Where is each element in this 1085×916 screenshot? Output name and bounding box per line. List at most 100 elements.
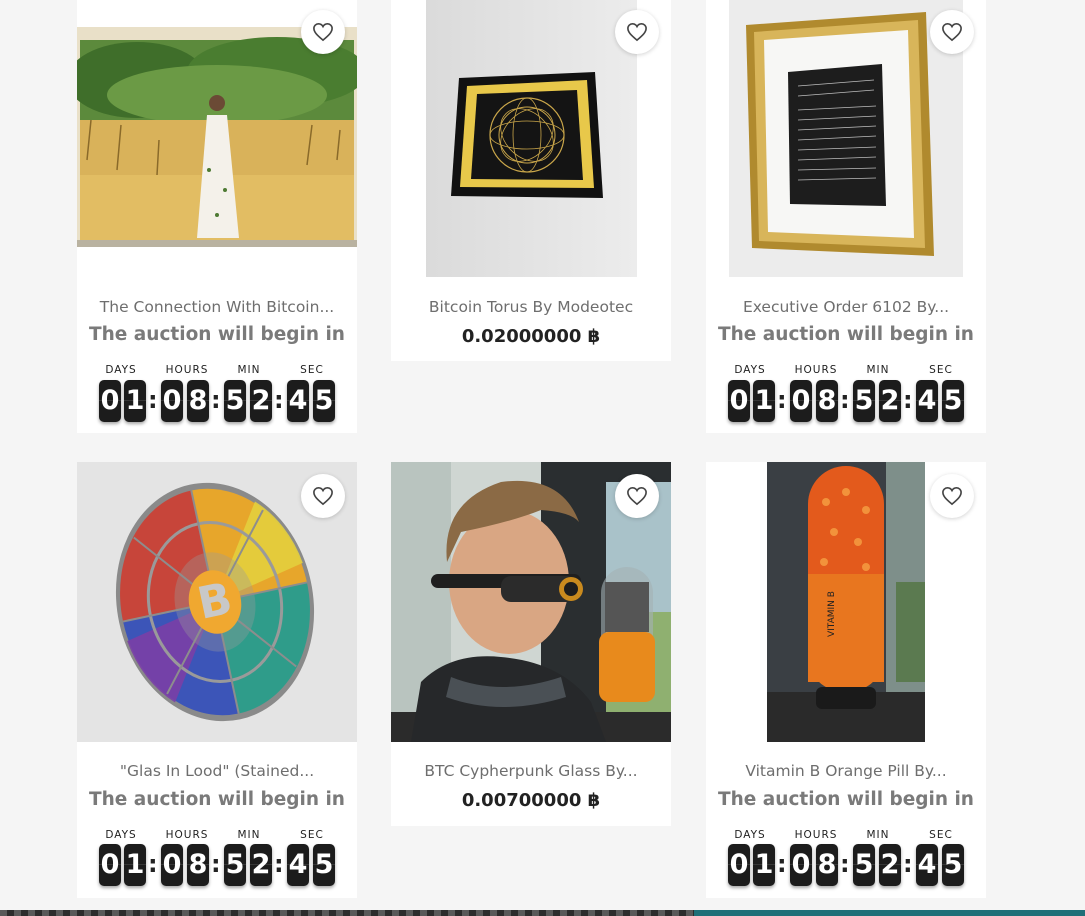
hours-label: HOURS bbox=[794, 829, 838, 841]
min-label: MIN bbox=[866, 364, 890, 376]
countdown-separator: : bbox=[211, 386, 221, 414]
sec-label: SEC bbox=[300, 364, 324, 376]
countdown-labels: DAYS HOURS MIN SEC bbox=[77, 829, 357, 843]
auction-status: The auction will begin in bbox=[718, 324, 974, 345]
product-card[interactable]: B "Glas In Lood" (Stained... The auction… bbox=[77, 462, 357, 898]
heart-outline-icon bbox=[942, 22, 962, 42]
countdown-labels: DAYS HOURS MIN SEC bbox=[706, 364, 986, 378]
countdown-digit: 0 bbox=[99, 380, 121, 422]
countdown-digit: 5 bbox=[942, 380, 964, 422]
countdown-separator: : bbox=[148, 850, 158, 878]
sec-label: SEC bbox=[929, 364, 953, 376]
countdown-separator: : bbox=[148, 386, 158, 414]
product-card[interactable]: Bitcoin Torus By Modeotec 0.02000000 ฿ bbox=[391, 0, 671, 361]
countdown-timer: 0 1 : 0 8 : 5 2 : 4 5 bbox=[97, 380, 347, 424]
countdown-digit: 5 bbox=[853, 844, 875, 886]
heart-outline-icon bbox=[942, 486, 962, 506]
days-label: DAYS bbox=[734, 829, 766, 841]
min-label: MIN bbox=[866, 829, 890, 841]
countdown-digit: 2 bbox=[250, 844, 272, 886]
countdown-digit: 2 bbox=[879, 844, 901, 886]
product-card[interactable]: BTC Cypherpunk Glass By... 0.00700000 ฿ bbox=[391, 462, 671, 826]
countdown-separator: : bbox=[777, 386, 787, 414]
countdown-separator: : bbox=[777, 850, 787, 878]
countdown-digit: 5 bbox=[313, 844, 335, 886]
auction-status: The auction will begin in bbox=[718, 789, 974, 810]
heart-outline-icon bbox=[313, 486, 333, 506]
countdown-digit: 8 bbox=[816, 380, 838, 422]
countdown-digit: 4 bbox=[287, 844, 309, 886]
countdown-digit: 1 bbox=[753, 380, 775, 422]
countdown-labels: DAYS HOURS MIN SEC bbox=[77, 364, 357, 378]
days-label: DAYS bbox=[734, 364, 766, 376]
countdown-digit: 1 bbox=[124, 844, 146, 886]
countdown-digit: 8 bbox=[187, 844, 209, 886]
countdown-timer: 0 1 : 0 8 : 5 2 : 4 5 bbox=[97, 844, 347, 888]
countdown-separator: : bbox=[840, 850, 850, 878]
countdown-separator: : bbox=[903, 850, 913, 878]
product-price: 0.00700000 ฿ bbox=[461, 790, 601, 811]
product-title[interactable]: Bitcoin Torus By Modeotec bbox=[391, 298, 671, 316]
countdown-digit: 1 bbox=[753, 844, 775, 886]
hours-label: HOURS bbox=[165, 829, 209, 841]
countdown-digit: 0 bbox=[728, 844, 750, 886]
countdown-digit: 5 bbox=[942, 844, 964, 886]
countdown-separator: : bbox=[211, 850, 221, 878]
countdown-digit: 2 bbox=[250, 380, 272, 422]
svg-text:VITAMIN B: VITAMIN B bbox=[827, 591, 837, 637]
favorite-button[interactable] bbox=[615, 474, 659, 518]
countdown-separator: : bbox=[274, 850, 284, 878]
countdown-digit: 1 bbox=[124, 380, 146, 422]
countdown-digit: 8 bbox=[816, 844, 838, 886]
product-card[interactable]: Executive Order 6102 By... The auction w… bbox=[706, 0, 986, 433]
hours-label: HOURS bbox=[794, 364, 838, 376]
sec-label: SEC bbox=[929, 829, 953, 841]
countdown-separator: : bbox=[903, 386, 913, 414]
countdown-digit: 0 bbox=[790, 844, 812, 886]
countdown-timer: 0 1 : 0 8 : 5 2 : 4 5 bbox=[726, 844, 976, 888]
favorite-button[interactable] bbox=[615, 10, 659, 54]
countdown-digit: 8 bbox=[187, 380, 209, 422]
countdown-digit: 4 bbox=[916, 844, 938, 886]
heart-outline-icon bbox=[627, 486, 647, 506]
countdown-labels: DAYS HOURS MIN SEC bbox=[706, 829, 986, 843]
product-title[interactable]: "Glas In Lood" (Stained... bbox=[77, 762, 357, 780]
countdown-digit: 0 bbox=[161, 844, 183, 886]
min-label: MIN bbox=[237, 829, 261, 841]
product-card[interactable]: The Connection With Bitcoin... The aucti… bbox=[77, 0, 357, 433]
countdown-digit: 5 bbox=[224, 844, 246, 886]
heart-outline-icon bbox=[313, 22, 333, 42]
product-title[interactable]: Executive Order 6102 By... bbox=[706, 298, 986, 316]
countdown-digit: 4 bbox=[287, 380, 309, 422]
countdown-digit: 4 bbox=[916, 380, 938, 422]
countdown-digit: 0 bbox=[99, 844, 121, 886]
hours-label: HOURS bbox=[165, 364, 209, 376]
product-title[interactable]: The Connection With Bitcoin... bbox=[77, 298, 357, 316]
countdown-digit: 5 bbox=[224, 380, 246, 422]
countdown-timer: 0 1 : 0 8 : 5 2 : 4 5 bbox=[726, 380, 976, 424]
auction-status: The auction will begin in bbox=[89, 324, 345, 345]
heart-outline-icon bbox=[627, 22, 647, 42]
countdown-separator: : bbox=[840, 386, 850, 414]
min-label: MIN bbox=[237, 364, 261, 376]
countdown-digit: 0 bbox=[790, 380, 812, 422]
product-title[interactable]: BTC Cypherpunk Glass By... bbox=[391, 762, 671, 780]
countdown-digit: 0 bbox=[161, 380, 183, 422]
countdown-digit: 0 bbox=[728, 380, 750, 422]
countdown-digit: 2 bbox=[879, 380, 901, 422]
countdown-digit: 5 bbox=[313, 380, 335, 422]
product-title[interactable]: Vitamin B Orange Pill By... bbox=[706, 762, 986, 780]
days-label: DAYS bbox=[105, 829, 137, 841]
sec-label: SEC bbox=[300, 829, 324, 841]
favorite-button[interactable] bbox=[301, 10, 345, 54]
favorite-button[interactable] bbox=[301, 474, 345, 518]
days-label: DAYS bbox=[105, 364, 137, 376]
countdown-digit: 5 bbox=[853, 380, 875, 422]
favorite-button[interactable] bbox=[930, 474, 974, 518]
next-section-banner-edge bbox=[0, 910, 1085, 916]
auction-status: The auction will begin in bbox=[89, 789, 345, 810]
favorite-button[interactable] bbox=[930, 10, 974, 54]
countdown-separator: : bbox=[274, 386, 284, 414]
product-card[interactable]: VITAMIN B Vitamin B Orange Pill By... Th… bbox=[706, 462, 986, 898]
product-price: 0.02000000 ฿ bbox=[461, 326, 601, 347]
